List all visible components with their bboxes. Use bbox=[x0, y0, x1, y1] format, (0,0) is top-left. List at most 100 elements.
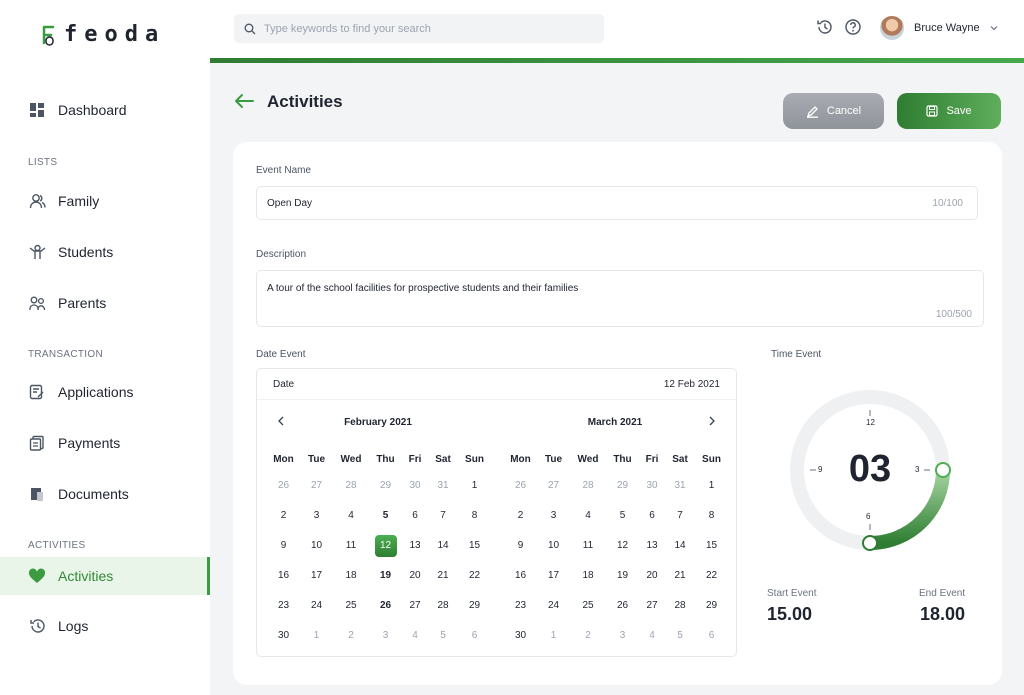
calendar-day[interactable]: 11 bbox=[570, 531, 606, 561]
calendar-day[interactable]: 15 bbox=[695, 531, 728, 561]
calendar-day[interactable]: 30 bbox=[267, 621, 300, 651]
calendar-day[interactable]: 29 bbox=[695, 591, 728, 621]
calendar-day[interactable]: 10 bbox=[300, 531, 333, 561]
calendar-day[interactable]: 14 bbox=[428, 531, 458, 561]
calendar-day[interactable]: 1 bbox=[695, 471, 728, 501]
calendar-day[interactable]: 17 bbox=[537, 561, 570, 591]
calendar-day[interactable]: 4 bbox=[402, 621, 428, 651]
calendar-day[interactable]: 9 bbox=[504, 531, 537, 561]
calendar-day[interactable]: 22 bbox=[695, 561, 728, 591]
calendar-day[interactable]: 13 bbox=[402, 531, 428, 561]
end-time-handle[interactable] bbox=[862, 535, 878, 551]
calendar-day[interactable]: 6 bbox=[458, 621, 491, 651]
calendar-day[interactable]: 6 bbox=[402, 501, 428, 531]
prev-month-button[interactable] bbox=[277, 415, 285, 429]
save-button[interactable]: Save bbox=[897, 93, 1001, 129]
sidebar-item-documents[interactable]: Documents bbox=[0, 475, 210, 513]
calendar-day[interactable]: 11 bbox=[333, 531, 369, 561]
calendar-day[interactable]: 18 bbox=[333, 561, 369, 591]
calendar-day[interactable]: 31 bbox=[428, 471, 458, 501]
sidebar-item-parents[interactable]: Parents bbox=[0, 284, 210, 322]
calendar-day[interactable]: 3 bbox=[369, 621, 402, 651]
calendar-day[interactable]: 10 bbox=[537, 531, 570, 561]
calendar-day[interactable]: 19 bbox=[606, 561, 639, 591]
calendar-day[interactable]: 28 bbox=[428, 591, 458, 621]
calendar-day[interactable]: 31 bbox=[665, 471, 695, 501]
calendar-day[interactable]: 12 bbox=[606, 531, 639, 561]
calendar-day[interactable]: 27 bbox=[537, 471, 570, 501]
calendar-day[interactable]: 15 bbox=[458, 531, 491, 561]
cancel-button[interactable]: Cancel bbox=[783, 93, 884, 129]
calendar-day[interactable]: 25 bbox=[570, 591, 606, 621]
calendar-day[interactable]: 30 bbox=[402, 471, 428, 501]
calendar-day[interactable]: 28 bbox=[665, 591, 695, 621]
help-icon[interactable] bbox=[844, 18, 862, 36]
calendar-day[interactable]: 29 bbox=[369, 471, 402, 501]
calendar-day[interactable]: 28 bbox=[333, 471, 369, 501]
sidebar-item-applications[interactable]: Applications bbox=[0, 373, 210, 411]
calendar-day[interactable]: 26 bbox=[504, 471, 537, 501]
calendar-day[interactable]: 24 bbox=[300, 591, 333, 621]
calendar-day[interactable]: 14 bbox=[665, 531, 695, 561]
sidebar-item-students[interactable]: Students bbox=[0, 233, 210, 271]
calendar-day[interactable]: 26 bbox=[267, 471, 300, 501]
calendar-day[interactable]: 1 bbox=[458, 471, 491, 501]
calendar-day[interactable]: 26 bbox=[369, 591, 402, 621]
calendar-day[interactable]: 2 bbox=[504, 501, 537, 531]
calendar-day[interactable]: 2 bbox=[570, 621, 606, 651]
calendar-day[interactable]: 19 bbox=[369, 561, 402, 591]
calendar-day[interactable]: 5 bbox=[428, 621, 458, 651]
calendar-day[interactable]: 4 bbox=[333, 501, 369, 531]
description-textarea[interactable]: A tour of the school facilities for pros… bbox=[256, 270, 984, 327]
calendar-day[interactable]: 21 bbox=[665, 561, 695, 591]
calendar-day[interactable]: 3 bbox=[537, 501, 570, 531]
calendar-day[interactable]: 29 bbox=[458, 591, 491, 621]
calendar-day[interactable]: 7 bbox=[428, 501, 458, 531]
calendar-day[interactable]: 4 bbox=[639, 621, 665, 651]
calendar-day[interactable]: 24 bbox=[537, 591, 570, 621]
calendar-day[interactable]: 23 bbox=[504, 591, 537, 621]
calendar-day[interactable]: 1 bbox=[300, 621, 333, 651]
calendar-day[interactable]: 27 bbox=[402, 591, 428, 621]
sidebar-item-activities[interactable]: Activities bbox=[0, 557, 210, 595]
calendar-day[interactable]: 25 bbox=[333, 591, 369, 621]
calendar-day[interactable]: 2 bbox=[333, 621, 369, 651]
calendar-day[interactable]: 29 bbox=[606, 471, 639, 501]
calendar-day[interactable]: 3 bbox=[300, 501, 333, 531]
brand-logo[interactable]: feoda bbox=[40, 22, 165, 47]
sidebar-item-family[interactable]: Family bbox=[0, 182, 210, 220]
calendar-day-selected[interactable]: 12 bbox=[369, 531, 402, 561]
back-arrow-icon[interactable] bbox=[234, 93, 254, 109]
calendar-day[interactable]: 5 bbox=[665, 621, 695, 651]
calendar-day[interactable]: 7 bbox=[665, 501, 695, 531]
search-input[interactable] bbox=[264, 22, 584, 35]
calendar-day[interactable]: 3 bbox=[606, 621, 639, 651]
calendar-day[interactable]: 16 bbox=[504, 561, 537, 591]
calendar-day[interactable]: 30 bbox=[639, 471, 665, 501]
calendar-day[interactable]: 20 bbox=[639, 561, 665, 591]
calendar-day[interactable]: 1 bbox=[537, 621, 570, 651]
event-name-input[interactable]: Open Day 10/100 bbox=[256, 186, 978, 220]
calendar-day[interactable]: 27 bbox=[300, 471, 333, 501]
calendar-day[interactable]: 22 bbox=[458, 561, 491, 591]
calendar-day[interactable]: 30 bbox=[504, 621, 537, 651]
calendar-day[interactable]: 4 bbox=[570, 501, 606, 531]
calendar-day[interactable]: 2 bbox=[267, 501, 300, 531]
calendar-day[interactable]: 5 bbox=[606, 501, 639, 531]
calendar-day[interactable]: 26 bbox=[606, 591, 639, 621]
calendar-day[interactable]: 6 bbox=[695, 621, 728, 651]
calendar-day[interactable]: 20 bbox=[402, 561, 428, 591]
calendar-day[interactable]: 27 bbox=[639, 591, 665, 621]
sidebar-item-payments[interactable]: Payments bbox=[0, 424, 210, 462]
calendar-day[interactable]: 21 bbox=[428, 561, 458, 591]
calendar-day[interactable]: 28 bbox=[570, 471, 606, 501]
calendar-day[interactable]: 9 bbox=[267, 531, 300, 561]
calendar-day[interactable]: 23 bbox=[267, 591, 300, 621]
start-time-handle[interactable] bbox=[935, 462, 951, 478]
calendar-day[interactable]: 8 bbox=[458, 501, 491, 531]
search-bar[interactable] bbox=[234, 14, 604, 43]
next-month-button[interactable] bbox=[708, 415, 716, 429]
calendar-day[interactable]: 16 bbox=[267, 561, 300, 591]
user-menu[interactable]: Bruce Wayne bbox=[880, 16, 998, 40]
calendar-day[interactable]: 5 bbox=[369, 501, 402, 531]
